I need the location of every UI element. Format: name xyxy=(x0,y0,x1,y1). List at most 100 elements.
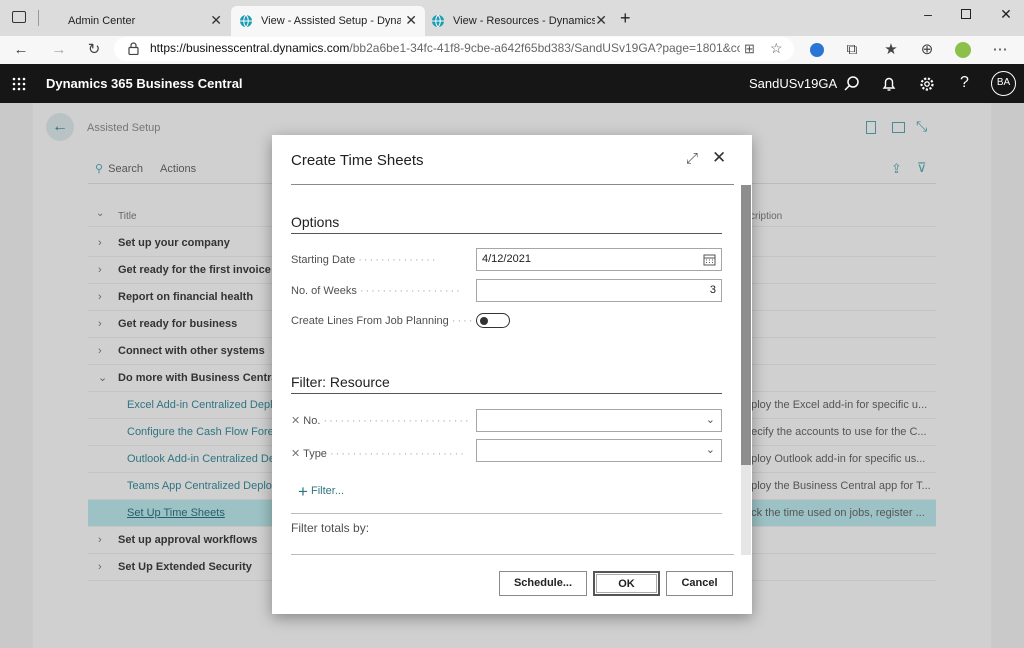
open-new-window-icon[interactable] xyxy=(892,122,905,133)
starting-date-value: 4/12/2021 xyxy=(482,253,531,265)
starting-date-label: Starting Date ·············· xyxy=(291,254,438,266)
chevron-right-icon[interactable]: › xyxy=(98,230,102,257)
list-item-title: Get ready for business xyxy=(118,318,238,330)
favorites-icon[interactable]: ★ xyxy=(882,41,900,59)
ok-button[interactable]: OK xyxy=(593,571,660,596)
close-tab-icon[interactable]: ✕ xyxy=(210,12,222,28)
collections-icon[interactable]: ⊕ xyxy=(918,41,936,59)
lock-icon xyxy=(128,42,139,55)
schedule-button[interactable]: Schedule... xyxy=(499,571,587,596)
globe-icon xyxy=(240,14,252,28)
list-item-title: Set Up Extended Security xyxy=(118,561,252,573)
action-bar: ⚲ Search Actions xyxy=(95,162,196,175)
tab-title: View - Resources - Dynamics 365 xyxy=(453,15,595,27)
profile-icon[interactable] xyxy=(954,41,972,59)
share-icon[interactable]: ⇪ xyxy=(891,161,902,177)
weeks-field[interactable]: 3 xyxy=(476,279,722,302)
remove-filter-icon[interactable]: ✕ xyxy=(291,448,300,460)
bookmark-icon[interactable] xyxy=(866,121,876,134)
search-icon[interactable]: ⚲ xyxy=(95,163,103,175)
footer-divider xyxy=(291,554,734,555)
dialog-scrollbar-thumb[interactable] xyxy=(741,185,751,465)
environment-name[interactable]: SandUSv19GA xyxy=(749,76,837,91)
app-title: Dynamics 365 Business Central xyxy=(46,76,243,91)
avatar[interactable]: BA xyxy=(991,71,1016,96)
new-tab-icon[interactable]: + xyxy=(620,8,631,29)
search-icon[interactable] xyxy=(843,75,861,93)
waffle-icon[interactable] xyxy=(12,77,26,91)
chevron-right-icon[interactable]: › xyxy=(98,284,102,311)
create-time-sheets-dialog: Create Time Sheets ⤢ ✕ Options Starting … xyxy=(272,135,752,614)
close-icon[interactable]: ✕ xyxy=(712,148,726,168)
list-item-title: Do more with Business Central xyxy=(118,372,281,384)
back-button[interactable]: ← xyxy=(46,113,74,141)
close-tab-icon[interactable]: ✕ xyxy=(595,12,607,28)
app-bar: Dynamics 365 Business Central SandUSv19G… xyxy=(0,64,1024,103)
puzzle-extension-icon[interactable]: ⧉ xyxy=(843,41,861,59)
minimize-icon[interactable]: – xyxy=(916,6,940,26)
tab-separator xyxy=(38,10,39,26)
chevron-right-icon[interactable]: › xyxy=(98,338,102,365)
list-item-description: pecify the accounts to use for the C... xyxy=(745,426,927,438)
list-item-title: Get ready for the first invoice xyxy=(118,264,271,276)
settings-gear-icon[interactable] xyxy=(918,75,936,93)
tab-title: Admin Center xyxy=(68,15,136,27)
create-lines-label: Create Lines From Job Planning ···· xyxy=(291,315,475,327)
chevron-right-icon[interactable]: › xyxy=(98,527,102,554)
collapse-icon[interactable]: ⤡ xyxy=(916,118,927,135)
help-icon[interactable]: ? xyxy=(960,74,969,92)
weeks-label: No. of Weeks ·················· xyxy=(291,285,462,297)
refresh-icon[interactable]: ↻ xyxy=(85,41,103,59)
starting-date-field[interactable]: 4/12/2021 xyxy=(476,248,722,271)
chevron-right-icon[interactable]: › xyxy=(98,311,102,338)
actions-menu[interactable]: Actions xyxy=(160,163,196,175)
list-item-title: Connect with other systems xyxy=(118,345,265,357)
list-item-title: Report on financial health xyxy=(118,291,254,303)
address-bar-row: ← → ↻ https://businesscentral.dynamics.c… xyxy=(0,36,1024,64)
filter-section-title: Filter: Resource xyxy=(291,374,390,390)
app-available-icon[interactable]: ⊞ xyxy=(744,41,755,57)
chevron-down-icon[interactable]: ⌄ xyxy=(98,365,107,392)
bell-icon[interactable] xyxy=(880,75,898,93)
url-field[interactable]: https://businesscentral.dynamics.com/bb2… xyxy=(114,37,794,61)
list-item-title: Set up approval workflows xyxy=(118,534,258,546)
weeks-value: 3 xyxy=(709,284,716,296)
remove-filter-icon[interactable]: ✕ xyxy=(291,415,300,427)
search-action[interactable]: Search xyxy=(108,163,143,175)
tab-admin-center[interactable]: Admin Center ✕ xyxy=(46,6,230,36)
chevron-right-icon[interactable]: › xyxy=(98,257,102,284)
chevron-right-icon[interactable]: › xyxy=(98,554,102,581)
tab-assisted-setup[interactable]: View - Assisted Setup - Dynamic ✕ xyxy=(231,6,425,36)
filter-no-field[interactable]: ⌄ xyxy=(476,409,722,432)
edge-extension-icon[interactable] xyxy=(808,41,826,59)
list-item-title: Set up your company xyxy=(118,237,230,249)
dialog-title: Create Time Sheets xyxy=(291,152,424,169)
filter-totals-label: Filter totals by: xyxy=(291,521,370,535)
expand-icon[interactable]: ⤢ xyxy=(686,150,698,167)
filter-type-field[interactable]: ⌄ xyxy=(476,439,722,462)
column-header-title[interactable]: Title xyxy=(118,211,137,222)
add-filter-link[interactable]: + Filter... xyxy=(298,482,344,502)
calendar-icon[interactable] xyxy=(703,253,716,266)
cancel-button[interactable]: Cancel xyxy=(666,571,733,596)
page-title: Assisted Setup xyxy=(87,122,161,134)
chevron-down-icon[interactable]: ⌄ xyxy=(706,443,715,456)
back-icon[interactable]: ← xyxy=(12,41,30,59)
close-window-icon[interactable]: ✕ xyxy=(994,6,1018,26)
list-item-title[interactable]: Configure the Cash Flow Forecast xyxy=(127,419,294,446)
close-tab-icon[interactable]: ✕ xyxy=(405,12,417,28)
chevron-down-icon[interactable]: ⌄ xyxy=(706,413,715,426)
create-lines-toggle[interactable] xyxy=(476,313,510,328)
filter-type-label: ✕ Type ························ xyxy=(291,448,466,460)
list-item-title[interactable]: Set Up Time Sheets xyxy=(127,500,225,527)
forward-icon[interactable]: → xyxy=(50,41,68,59)
section-divider xyxy=(291,233,722,234)
tab-resources[interactable]: View - Resources - Dynamics 365 ✕ xyxy=(425,6,615,36)
tab-actions-icon[interactable] xyxy=(12,11,26,23)
maximize-icon[interactable] xyxy=(954,6,978,26)
collapse-all-icon[interactable]: ⌄ xyxy=(96,208,104,219)
more-icon[interactable]: ⋯ xyxy=(991,41,1009,59)
list-item-description: eploy Outlook add-in for specific us... xyxy=(745,453,926,465)
filter-icon[interactable]: ⊽ xyxy=(917,160,927,176)
favorite-star-icon[interactable]: ☆ xyxy=(770,40,783,57)
